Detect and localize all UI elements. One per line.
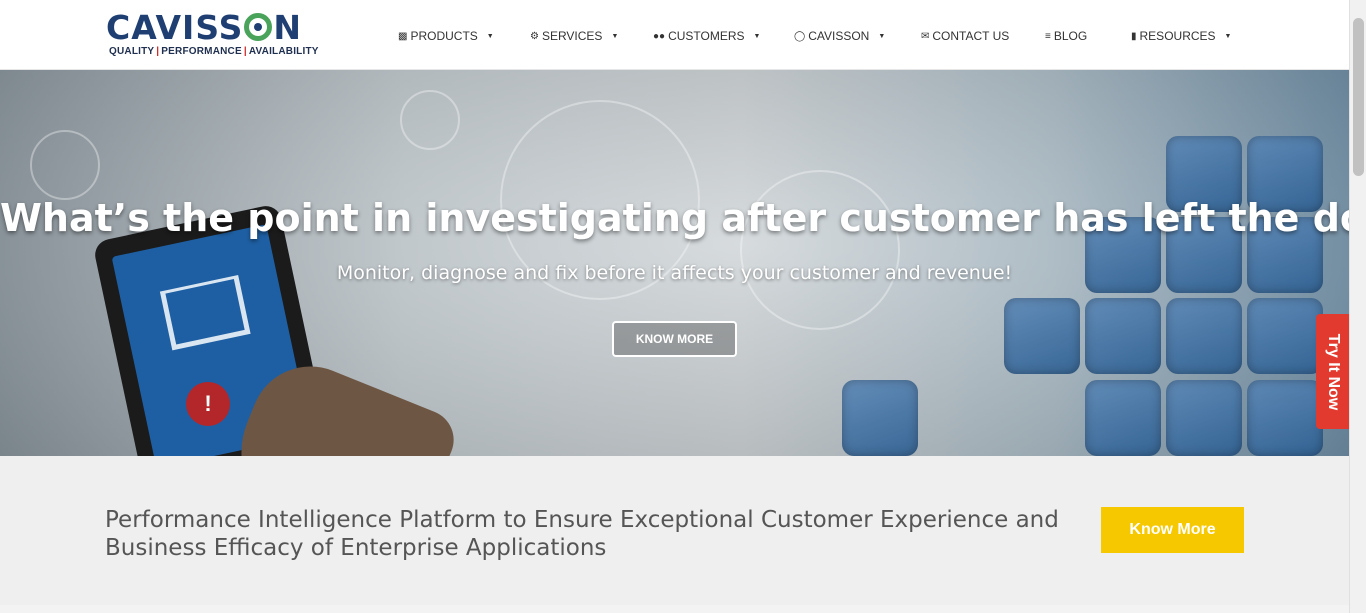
nav-products[interactable]: ▩ PRODUCTS ▼ [398,26,494,46]
decorative-tile [1085,380,1161,456]
decorative-tile [1166,380,1242,456]
decorative-circle [30,130,100,200]
chevron-down-icon: ▼ [753,32,761,40]
nav-customers[interactable]: ●● CUSTOMERS ▼ [653,26,760,46]
book-icon: ▮ [1131,30,1137,42]
hero-banner: ! What’s the point in investigating afte… [0,70,1349,456]
page: CAVISS N QUALITY | PERFORMANCE | AVAILABILITY… [0,0,1366,613]
logo-o-icon [244,13,273,41]
site-header: CAVISS N QUALITY | PERFORMANCE | AVAILABILITY… [0,0,1349,70]
nav-resources-label: RESOURCES [1139,29,1216,43]
nav-blog[interactable]: ≡ BLOG [1045,26,1087,46]
logo-tagline: QUALITY | PERFORMANCE | AVAILABILITY [109,46,319,57]
decorative-tile [1247,380,1323,456]
chevron-down-icon: ▼ [611,32,619,40]
shopping-cart-icon [159,275,251,351]
try-it-now-label: Try It Now [1324,333,1342,410]
decorative-tile [1085,298,1161,374]
rss-icon: ≡ [1045,30,1051,42]
nav-cavisson-label: CAVISSON [808,29,870,43]
platform-intro-band: Performance Intelligence Platform to Ens… [0,456,1349,605]
circle-notch-icon: ◯ [794,30,806,42]
hero-title: What’s the point in investigating after … [0,196,1349,240]
chevron-down-icon: ▼ [1224,32,1232,40]
hero-subtitle: Monitor, diagnose and fix before it affe… [336,262,1013,284]
nav-contact-us[interactable]: ✉ CONTACT US [921,26,1009,46]
gears-icon: ⚙ [530,30,539,42]
decorative-tile [842,380,918,456]
envelope-icon: ✉ [921,30,930,42]
logo-wordmark: CAVISS N [106,8,303,47]
alert-icon: ! [186,382,230,426]
nav-contact-label: CONTACT US [932,29,1010,43]
next-section-edge [0,605,1349,613]
nav-products-label: PRODUCTS [410,29,478,43]
chevron-down-icon: ▼ [486,32,494,40]
decorative-tile [1004,298,1080,374]
scrollbar-thumb[interactable] [1353,18,1364,176]
briefcase-icon: ▩ [398,30,408,42]
chevron-down-icon: ▼ [878,32,886,40]
know-more-button[interactable]: KNOW MORE [612,321,737,357]
platform-intro-text: Performance Intelligence Platform to Ens… [105,507,1059,561]
decorative-circle [740,170,900,330]
nav-services-label: SERVICES [541,29,603,43]
vertical-scrollbar[interactable] [1349,0,1366,613]
decorative-circle [400,90,460,150]
try-it-now-tab[interactable]: Try It Now [1316,314,1349,429]
cavisson-logo[interactable]: CAVISS N QUALITY | PERFORMANCE | AVAILABILITY [106,8,318,60]
know-more-cta-button[interactable]: Know More [1101,507,1244,553]
nav-customers-label: CUSTOMERS [668,29,745,43]
nav-resources[interactable]: ▮ RESOURCES ▼ [1131,26,1231,46]
nav-blog-label: BLOG [1053,29,1088,43]
users-icon: ●● [653,30,666,42]
nav-cavisson[interactable]: ◯ CAVISSON ▼ [794,26,885,46]
decorative-tile [1166,298,1242,374]
nav-services[interactable]: ⚙ SERVICES ▼ [530,26,618,46]
decorative-tile [1247,298,1323,374]
